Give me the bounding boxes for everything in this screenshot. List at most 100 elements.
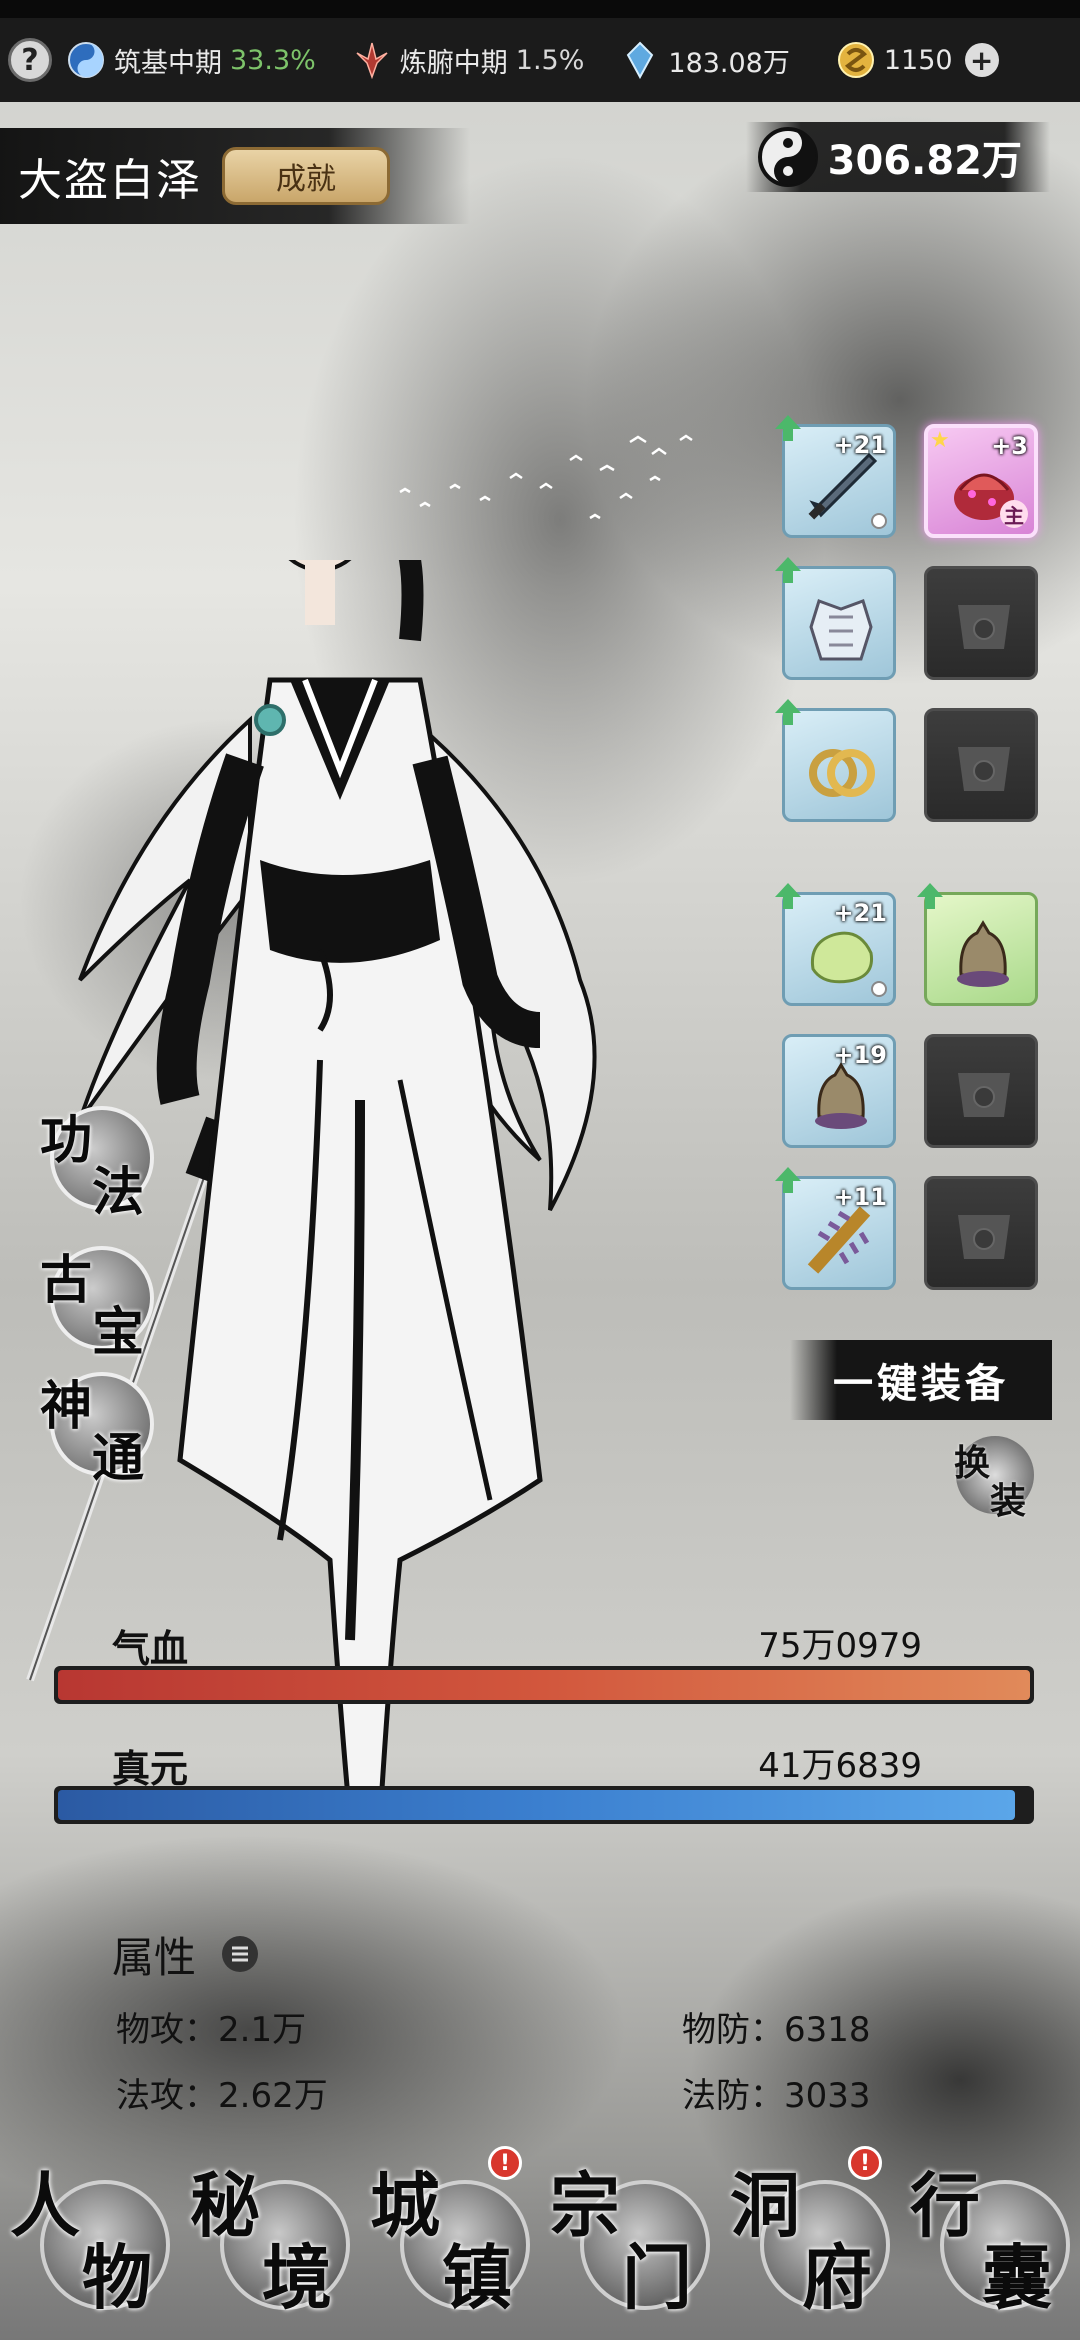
equip-slot-armor[interactable] bbox=[775, 557, 896, 680]
nav-cave-abode[interactable]: 洞 府 ! bbox=[720, 2140, 900, 2340]
equip-slot-bell-green[interactable] bbox=[917, 883, 1038, 1006]
mp-value: 41万6839 bbox=[758, 1746, 922, 1786]
notification-badge: ! bbox=[488, 2146, 522, 2180]
nav-char-1: 城 bbox=[370, 2164, 440, 2247]
nav-char-2: 府 bbox=[802, 2236, 872, 2319]
upgrade-arrow-icon bbox=[775, 1167, 801, 1193]
magic-def: 法防：3033 bbox=[682, 2076, 871, 2116]
technique-button[interactable]: 功 法 bbox=[36, 1098, 156, 1223]
armor-icon bbox=[809, 599, 873, 661]
magic-atk: 法攻：2.62万 bbox=[116, 2076, 328, 2116]
yin-yang-icon bbox=[66, 40, 106, 80]
help-button[interactable]: ? bbox=[8, 38, 52, 82]
nav-secret-realm[interactable]: 秘 境 bbox=[180, 2140, 360, 2340]
blood-flame-icon bbox=[352, 40, 392, 80]
cultivation-label: 筑基中期 bbox=[114, 47, 222, 79]
empty-slot-icon bbox=[958, 747, 1010, 791]
equip-slot-empty[interactable] bbox=[924, 708, 1038, 822]
birds-decoration bbox=[399, 434, 693, 520]
equip-slot-jade[interactable]: +21 bbox=[775, 883, 896, 1006]
notification-badge: ! bbox=[848, 2146, 882, 2180]
equip-level: +11 bbox=[833, 1183, 887, 1211]
spirit-crystal-value: 183.08万 bbox=[668, 47, 790, 79]
nav-char-2: 物 bbox=[82, 2236, 152, 2319]
hp-bar-fill bbox=[58, 1670, 1030, 1700]
status-bar bbox=[0, 0, 1080, 18]
list-icon[interactable] bbox=[222, 1936, 258, 1972]
body-refine-label: 炼腑中期 bbox=[399, 47, 508, 79]
nav-char-2: 境 bbox=[262, 2236, 332, 2319]
equip-slot-weapon[interactable]: +21 bbox=[775, 415, 896, 538]
equip-level: +21 bbox=[833, 431, 887, 459]
character-name: 大盗白泽 bbox=[18, 155, 202, 206]
equip-slot-empty[interactable] bbox=[924, 566, 1038, 680]
nav-sect[interactable]: 宗 门 bbox=[540, 2140, 720, 2340]
add-gold-button[interactable]: + bbox=[964, 43, 999, 77]
name-banner: 大盗白泽 成就 bbox=[0, 128, 470, 224]
nav-char-1: 秘 bbox=[190, 2164, 260, 2247]
nav-char-1: 人 bbox=[10, 2164, 80, 2247]
hp-bar bbox=[54, 1666, 1034, 1704]
empty-slot-icon bbox=[958, 605, 1010, 649]
clock-icon bbox=[871, 981, 887, 997]
gold-value: 1150 bbox=[883, 44, 953, 76]
phys-def: 物防：6318 bbox=[682, 2010, 871, 2050]
mp-bar bbox=[54, 1786, 1034, 1824]
achievement-button[interactable]: 成就 bbox=[222, 147, 390, 205]
divine-power-char-2: 通 bbox=[92, 1428, 145, 1489]
bell-icon bbox=[957, 920, 1009, 987]
crystal-icon bbox=[620, 40, 660, 80]
spirit-crystal-resource[interactable]: 183.08万 bbox=[620, 40, 790, 80]
nav-bag[interactable]: 行 囊 bbox=[900, 2140, 1080, 2340]
hp-value: 75万0979 bbox=[758, 1626, 922, 1666]
ancient-treasure-char-2: 宝 bbox=[92, 1302, 145, 1363]
body-refine-resource[interactable]: 炼腑中期 1.5% bbox=[352, 40, 585, 80]
gold-resource[interactable]: 1150 bbox=[836, 40, 953, 80]
body-refine-percent: 1.5% bbox=[515, 44, 585, 76]
spirit-stone-counter[interactable]: 306.82万 bbox=[745, 122, 1050, 192]
nav-char-1: 宗 bbox=[550, 2164, 620, 2247]
nav-town[interactable]: 城 镇 ! bbox=[360, 2140, 540, 2340]
character-screen: ? 筑基中期 33.3% 炼腑中期 1.5% 183.08万 1150 + 大盗… bbox=[0, 0, 1080, 2340]
upgrade-arrow-icon bbox=[917, 883, 943, 909]
empty-slot-icon bbox=[958, 1073, 1010, 1117]
nav-character[interactable]: 人 物 bbox=[0, 2140, 180, 2340]
spirit-stone-icon bbox=[756, 125, 820, 189]
bottom-nav: 人 物 秘 境 城 镇 ! 宗 门 洞 府 ! 行 囊 bbox=[0, 2140, 1080, 2340]
swap-char-1: 换 bbox=[954, 1442, 991, 1484]
ancient-treasure-button[interactable]: 古 宝 bbox=[36, 1238, 156, 1363]
ancient-treasure-char-1: 古 bbox=[40, 1250, 93, 1311]
mp-label: 真元 bbox=[112, 1746, 189, 1791]
mp-bar-fill bbox=[58, 1790, 1016, 1820]
nav-char-2: 镇 bbox=[442, 2236, 512, 2319]
spirit-stone-value: 306.82万 bbox=[827, 138, 1022, 184]
technique-char-2: 法 bbox=[92, 1162, 145, 1223]
one-key-equip-button[interactable]: 一键装备 bbox=[790, 1340, 1052, 1420]
upgrade-arrow-icon bbox=[775, 557, 801, 583]
equip-level: +19 bbox=[833, 1041, 887, 1069]
divine-power-button[interactable]: 神 通 bbox=[36, 1364, 156, 1489]
nav-char-2: 门 bbox=[622, 2236, 692, 2319]
swap-outfit-button[interactable]: 换 装 bbox=[950, 1430, 1040, 1522]
attributes-title: 属性 bbox=[112, 1933, 197, 1982]
equip-slot-bell[interactable]: +19 bbox=[782, 1034, 896, 1148]
equip-slot-empty[interactable] bbox=[924, 1034, 1038, 1148]
technique-char-1: 功 bbox=[40, 1110, 93, 1171]
gold-coin-icon bbox=[836, 40, 876, 80]
empty-slot-icon bbox=[958, 1215, 1010, 1259]
cultivation-resource[interactable]: 筑基中期 33.3% bbox=[66, 40, 316, 80]
equip-slot-treasure[interactable]: ★ +3 主 bbox=[924, 424, 1038, 538]
equip-slot-ring[interactable] bbox=[775, 699, 896, 822]
nav-char-1: 行 bbox=[910, 2164, 980, 2247]
hp-label: 气血 bbox=[112, 1626, 189, 1671]
equip-level: +3 bbox=[991, 432, 1028, 460]
equip-slot-mace[interactable]: +11 bbox=[775, 1167, 896, 1290]
main-tag: 主 bbox=[1000, 500, 1028, 528]
equip-level: +21 bbox=[833, 899, 887, 927]
divine-power-char-1: 神 bbox=[40, 1376, 93, 1437]
clock-icon bbox=[871, 513, 887, 529]
phys-atk: 物攻：2.1万 bbox=[116, 2010, 307, 2050]
equip-slot-empty[interactable] bbox=[924, 1176, 1038, 1290]
cultivation-percent: 33.3% bbox=[230, 44, 316, 76]
resource-bar: ? 筑基中期 33.3% 炼腑中期 1.5% 183.08万 1150 + bbox=[0, 18, 1080, 102]
